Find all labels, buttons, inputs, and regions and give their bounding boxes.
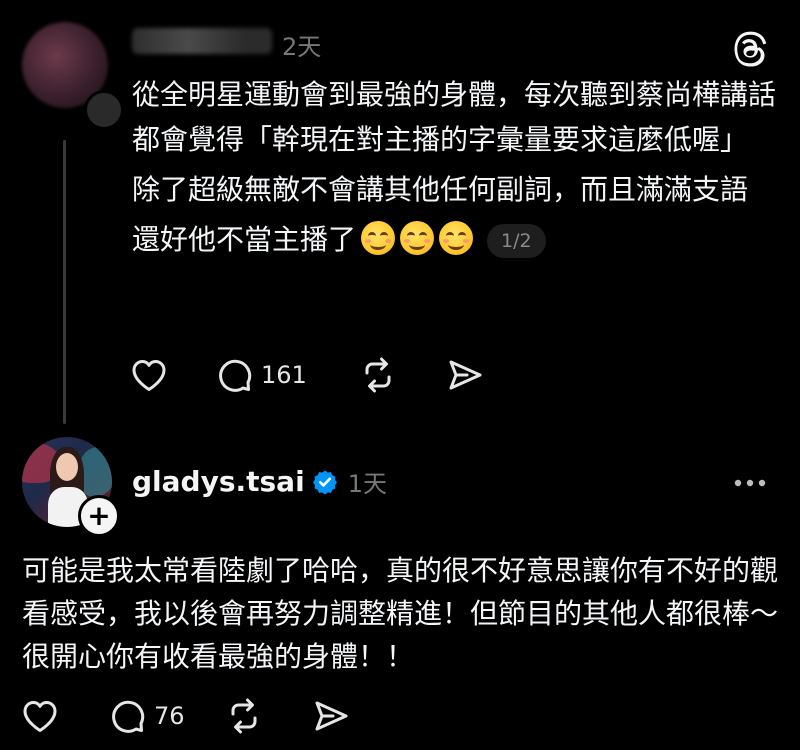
send-icon [449, 360, 482, 390]
post-body: 從全明星運動會到最強的身體，每次聽到蔡尚樺講話都會覺得「幹現在對主播的字彙量要求… [132, 72, 782, 262]
comment-button[interactable]: 161 [217, 357, 307, 393]
post-paragraph: 除了超級無敵不會講其他任何副詞，而且滿滿支語 [132, 173, 749, 206]
like-button[interactable] [22, 699, 58, 733]
heart-icon [132, 360, 166, 391]
comment-icon [219, 359, 252, 392]
post-timestamp: 2天 [282, 33, 322, 61]
comment-icon [112, 700, 145, 733]
comment-count: 161 [261, 361, 307, 389]
thread-line [63, 140, 66, 424]
heart-icon [23, 701, 57, 732]
post-author-username-blurred[interactable] [132, 28, 272, 54]
repost-button[interactable] [359, 357, 397, 393]
smiling-face-emoji [439, 221, 474, 255]
share-button[interactable] [447, 358, 483, 392]
reply-body: 可能是我太常看陸劇了哈哈，真的很不好意思讓你有不好的觀看感受，我以後會再努力調整… [22, 554, 779, 673]
comment-button[interactable]: 76 [110, 698, 185, 734]
post-action-bar: 161 [131, 357, 483, 393]
comment-count: 76 [154, 702, 185, 730]
like-button[interactable] [131, 358, 167, 392]
post-paragraph-last: 還好他不當主播了 1/2 [132, 217, 782, 262]
reply-author-username[interactable]: gladys.tsai [132, 465, 305, 498]
repost-icon [365, 357, 391, 393]
more-options-icon[interactable] [733, 478, 767, 488]
post-paragraph: 從全明星運動會到最強的身體，每次聽到蔡尚樺講話都會覺得「幹現在對主播的字彙量要求… [132, 78, 777, 156]
reply-timestamp: 1天 [347, 470, 387, 498]
smiling-face-emoji [361, 221, 396, 255]
page-indicator: 1/2 [487, 224, 546, 258]
reply-action-bar: 76 [22, 698, 349, 734]
share-button[interactable] [313, 699, 349, 733]
reply-header: gladys.tsai 1天 [132, 464, 387, 499]
follow-button[interactable]: + [78, 495, 120, 537]
repost-button[interactable] [225, 698, 263, 734]
avatar-badge [84, 90, 124, 130]
smiling-face-emoji [400, 221, 435, 255]
repost-icon [231, 698, 257, 734]
post-paragraph-text: 還好他不當主播了 [132, 223, 357, 256]
send-icon [315, 701, 348, 731]
threads-logo-icon[interactable] [733, 31, 769, 67]
verified-badge-icon [312, 470, 337, 494]
